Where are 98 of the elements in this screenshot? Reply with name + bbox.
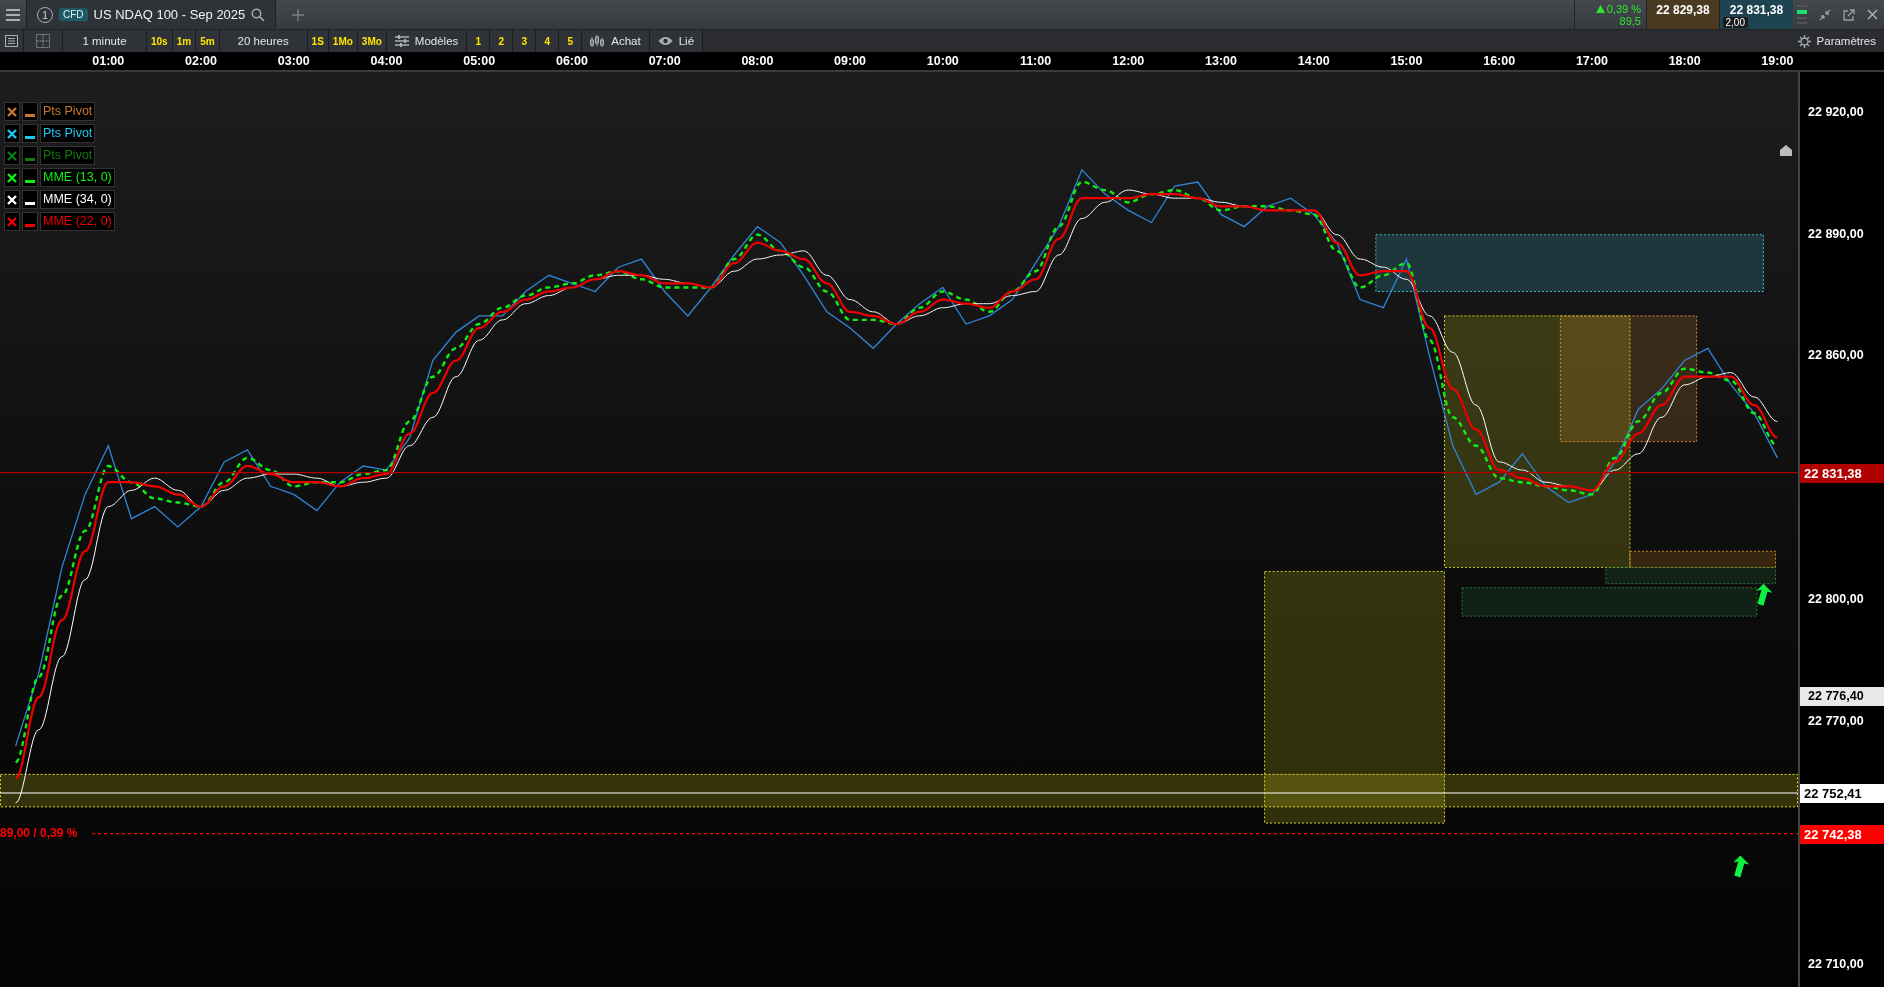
time-tick-label: 10:00 xyxy=(926,54,959,68)
layout-button[interactable] xyxy=(24,30,63,52)
template-slot[interactable]: 5 xyxy=(559,30,583,52)
price-tick-label: 22 800,00 xyxy=(1808,591,1864,606)
time-tick-label: 11:00 xyxy=(1019,54,1052,68)
cross-icon xyxy=(7,106,17,117)
line-style-button[interactable] xyxy=(22,190,38,209)
menu-icon[interactable] xyxy=(6,8,20,21)
indicator-label[interactable]: MME (34, 0) xyxy=(40,190,115,209)
time-tick-label: 04:00 xyxy=(370,54,403,68)
time-tick-label: 15:00 xyxy=(1390,54,1423,68)
order-button[interactable]: Achat xyxy=(582,30,650,52)
price-tick-label: 22 770,00 xyxy=(1808,713,1864,728)
indicator-label[interactable]: Pts Pivot xyxy=(40,124,96,143)
settings-button[interactable]: Paramètres xyxy=(1789,30,1884,52)
time-tick-label: 19:00 xyxy=(1761,54,1794,68)
time-tick-label: 01:00 xyxy=(92,54,125,68)
cross-icon xyxy=(7,128,17,139)
line-swatch-icon xyxy=(25,180,35,183)
period-preset[interactable]: 1S xyxy=(307,30,329,52)
spread-value: 2,00 xyxy=(1722,17,1748,28)
depth-meter-icon xyxy=(1797,2,1807,27)
cfd-badge: CFD xyxy=(59,8,88,21)
line-style-button[interactable] xyxy=(22,168,38,187)
search-icon[interactable] xyxy=(251,7,266,22)
indicator-label[interactable]: Pts Pivot xyxy=(40,146,96,165)
home-icon[interactable] xyxy=(1780,145,1792,156)
remove-indicator-button[interactable] xyxy=(4,168,20,187)
candles-icon xyxy=(590,34,606,48)
time-tick-label: 18:00 xyxy=(1668,54,1701,68)
time-tick-label: 17:00 xyxy=(1575,54,1608,68)
line-swatch-icon xyxy=(25,202,35,205)
templates-button[interactable]: Modèles xyxy=(386,30,468,52)
layout-icon xyxy=(36,34,50,48)
time-tick-label: 16:00 xyxy=(1483,54,1516,68)
time-tick-label: 02:00 xyxy=(185,54,217,68)
time-tick-label: 07:00 xyxy=(648,54,681,68)
up-arrow-icon xyxy=(1733,855,1750,878)
eye-icon xyxy=(657,36,673,46)
bid-price-button[interactable]: 22 829,38 xyxy=(1646,0,1719,29)
time-tick-label: 05:00 xyxy=(463,54,496,68)
link-button[interactable]: Lié xyxy=(649,30,704,52)
time-tick-label: 14:00 xyxy=(1297,54,1330,68)
price-tick-label: 22 890,00 xyxy=(1808,226,1864,241)
template-slot[interactable]: 3 xyxy=(513,30,537,52)
remove-indicator-button[interactable] xyxy=(4,124,20,143)
add-tab-icon[interactable] xyxy=(292,8,305,21)
indicator-label[interactable]: MME (22, 0) xyxy=(40,212,115,231)
price-tag: 22 831,38 xyxy=(1800,463,1884,483)
time-tick-label: 13:00 xyxy=(1205,54,1237,68)
cross-icon xyxy=(7,172,17,183)
list-button[interactable] xyxy=(0,30,24,52)
price-tag: 22 742,38 xyxy=(1800,824,1884,844)
time-tick-label: 08:00 xyxy=(741,54,774,68)
line-style-button[interactable] xyxy=(22,102,38,121)
line-swatch-icon xyxy=(25,136,35,139)
interval-dropdown[interactable]: 1 minute xyxy=(63,30,147,52)
time-tick-label: 06:00 xyxy=(555,54,588,68)
interval-preset[interactable]: 1m xyxy=(172,30,197,52)
line-swatch-icon xyxy=(25,114,35,117)
price-tick-label: 22 920,00 xyxy=(1808,104,1864,119)
indicator-label[interactable]: Pts Pivot xyxy=(40,102,96,121)
list-icon xyxy=(5,35,18,47)
remove-indicator-button[interactable] xyxy=(4,190,20,209)
price-tag: 22 776,40 xyxy=(1800,686,1884,706)
line-swatch-icon xyxy=(25,158,35,161)
price-tick-label: 22 860,00 xyxy=(1808,348,1864,363)
instrument-tab[interactable]: 1 CFD US NDAQ 100 - Sep 2025 xyxy=(26,0,277,29)
cross-icon xyxy=(7,194,17,205)
period-preset[interactable]: 1Mo xyxy=(328,30,358,52)
interval-preset[interactable]: 10s xyxy=(147,30,173,52)
interval-preset[interactable]: 5m xyxy=(196,30,220,52)
time-tick-label: 03:00 xyxy=(277,54,310,68)
popout-icon[interactable] xyxy=(1843,8,1855,21)
price-tick-label: 22 710,00 xyxy=(1808,957,1864,972)
time-tick-label: 09:00 xyxy=(834,54,867,68)
indicator-label[interactable]: MME (13, 0) xyxy=(40,168,115,187)
settings-icon xyxy=(1797,34,1811,48)
instrument-title: US NDAQ 100 - Sep 2025 xyxy=(93,7,246,22)
template-slot[interactable]: 4 xyxy=(536,30,560,52)
line-style-button[interactable] xyxy=(22,124,38,143)
period-preset[interactable]: 3Mo xyxy=(357,30,387,52)
period-dropdown[interactable]: 20 heures xyxy=(219,30,308,52)
close-icon[interactable] xyxy=(1867,9,1878,20)
cross-icon xyxy=(7,150,17,161)
distance-label: 89,00 / 0,39 % xyxy=(0,825,78,840)
change-percent: 0,39 % xyxy=(1606,2,1641,15)
time-tick-label: 12:00 xyxy=(1112,54,1145,68)
up-arrow-icon xyxy=(1756,583,1773,606)
template-slot[interactable]: 1 xyxy=(467,30,491,52)
sliders-icon xyxy=(394,35,409,47)
cross-icon xyxy=(7,216,17,227)
change-points: 89,5 xyxy=(1619,14,1641,27)
template-slot[interactable]: 2 xyxy=(490,30,514,52)
price-tag: 22 752,41 xyxy=(1800,784,1884,803)
collapse-icon[interactable] xyxy=(1819,8,1831,21)
line-swatch-icon xyxy=(25,224,35,227)
remove-indicator-button[interactable] xyxy=(4,102,20,121)
